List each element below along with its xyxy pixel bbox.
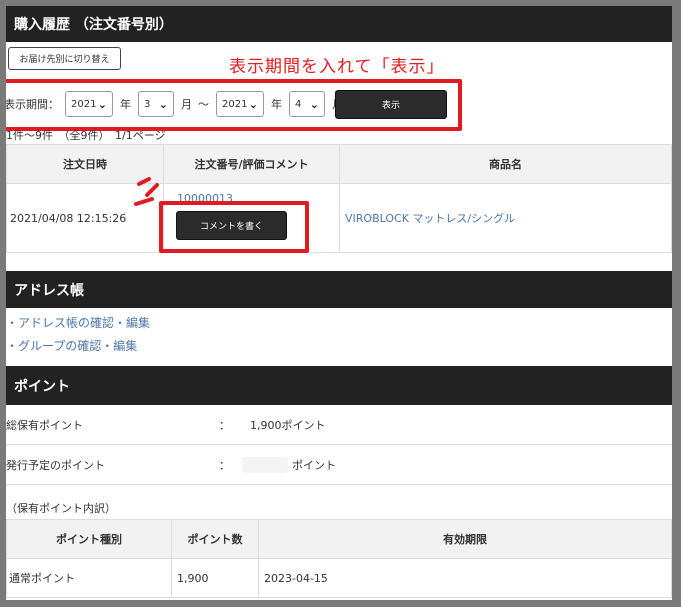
page-frame: 購入履歴 （注文番号別） お届け先別に切り替え 表示期間を入れて「表示」 表示期…	[6, 6, 672, 600]
product-link[interactable]: VIROBLOCK マットレス/シングル	[345, 212, 515, 225]
points-breakdown-label: （保有ポイント内訳）	[6, 502, 116, 515]
column-header-point-count: ポイント数	[171, 519, 259, 559]
colon: ：	[219, 418, 230, 432]
points-table-header-row: ポイント種別 ポイント数 有効期限	[6, 519, 672, 559]
column-header-product: 商品名	[339, 144, 672, 184]
colon: ：	[219, 458, 230, 472]
scheduled-points-redacted	[242, 457, 288, 473]
scheduled-points-unit: ポイント	[292, 458, 336, 472]
address-link-1-row: ・アドレス帳の確認・編集	[6, 314, 150, 331]
result-count: 1件～9件 （全9件） 1/1ページ	[6, 129, 166, 142]
points-header: ポイント	[6, 366, 672, 405]
switch-to-delivery-button[interactable]: お届け先別に切り替え	[8, 47, 121, 70]
total-points-label: 総保有ポイント	[6, 418, 83, 432]
annotation-box-comment	[159, 201, 309, 253]
column-header-expiry: 有効期限	[258, 519, 672, 559]
address-link-edit[interactable]: アドレス帳の確認・編集	[18, 316, 150, 330]
address-link-2-row: ・グループの確認・編集	[6, 337, 137, 354]
scheduled-points-label: 発行予定のポイント	[6, 458, 105, 472]
annotation-text: 表示期間を入れて「表示」	[229, 57, 445, 77]
point-expiry-cell: 2023-04-15	[258, 558, 672, 598]
address-book-header: アドレス帳	[6, 271, 672, 308]
scheduled-points-row: 発行予定のポイント ： ポイント	[6, 445, 672, 485]
purchase-history-header: 購入履歴 （注文番号別）	[6, 6, 672, 42]
column-header-order-no: 注文番号/評価コメント	[163, 144, 340, 184]
orders-table: 注文日時 注文番号/評価コメント 商品名 2021/04/08 12:15:26…	[6, 144, 672, 253]
product-cell: VIROBLOCK マットレス/シングル	[339, 183, 672, 253]
group-link-edit[interactable]: グループの確認・編集	[18, 339, 137, 353]
total-points-value: 1,900ポイント	[250, 418, 326, 432]
bullet-icon: ・	[6, 339, 19, 353]
address-book-title: アドレス帳	[14, 282, 84, 299]
orders-table-header-row: 注文日時 注文番号/評価コメント 商品名	[6, 144, 672, 184]
switch-to-delivery-label: お届け先別に切り替え	[19, 55, 110, 65]
annotation-box-period	[6, 79, 462, 131]
purchase-history-title: 購入履歴 （注文番号別）	[14, 17, 173, 33]
point-type-cell: 通常ポイント	[6, 558, 172, 598]
points-table: ポイント種別 ポイント数 有効期限 通常ポイント 1,900 2023-04-1…	[6, 519, 672, 598]
total-points-row: 総保有ポイント ： 1,900ポイント	[6, 405, 672, 445]
points-title: ポイント	[14, 378, 70, 395]
table-row: 通常ポイント 1,900 2023-04-15	[6, 558, 672, 598]
column-header-point-type: ポイント種別	[6, 519, 172, 559]
bullet-icon: ・	[6, 316, 19, 330]
table-row: 2021/04/08 12:15:26 10000013 VIROBLOCK マ…	[6, 183, 672, 253]
annotation-tick-marks	[134, 177, 159, 206]
point-count-cell: 1,900	[171, 558, 259, 598]
